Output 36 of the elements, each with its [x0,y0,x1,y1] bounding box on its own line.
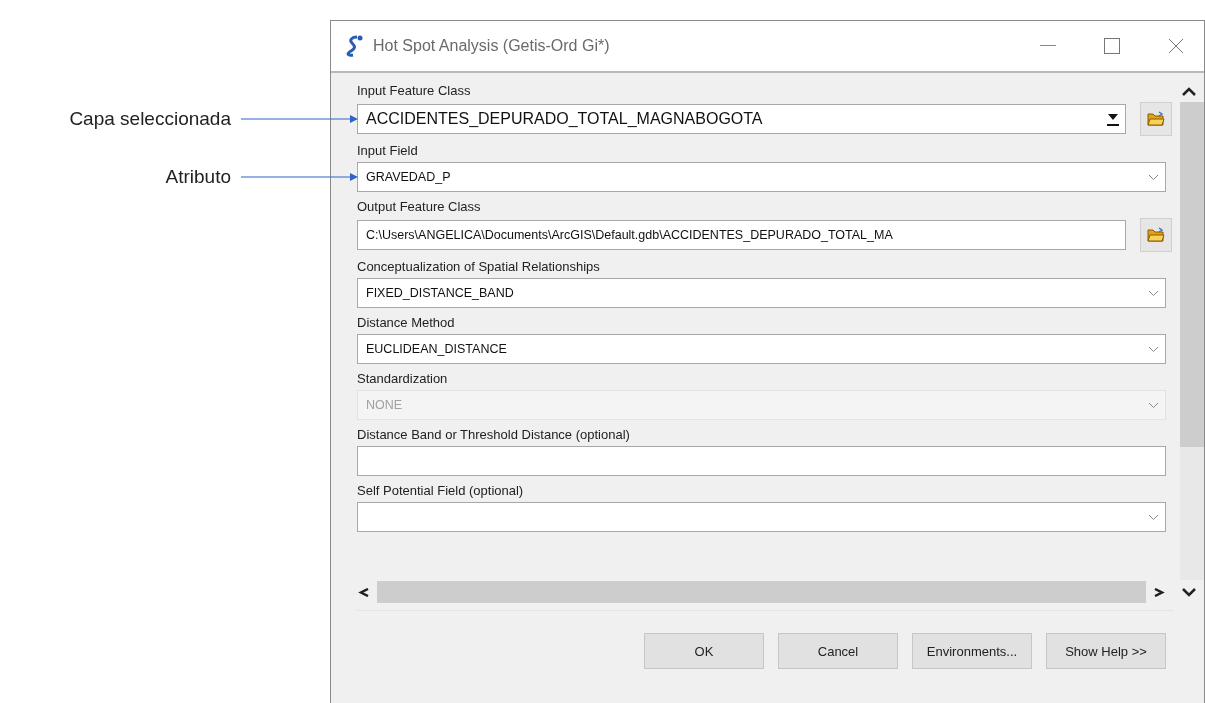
callout-label: Atributo [165,166,231,188]
close-icon[interactable] [1168,38,1184,54]
dialog-button[interactable]: Show Help >> [1046,633,1166,669]
field-label: Input Feature Class [357,83,472,98]
folder-icon [1147,227,1165,243]
dropdown-field[interactable] [357,502,1166,532]
folder-icon [1147,111,1165,127]
field-label: Self Potential Field (optional) [357,483,525,498]
minimize-icon[interactable] [1040,45,1056,47]
dropdown-arrow-icon[interactable] [1107,112,1119,126]
field-label: Output Feature Class [357,199,482,214]
scroll-up-icon[interactable] [1182,87,1196,96]
field-label: Conceptualization of Spatial Relationships [357,259,601,274]
field-label: Distance Method [357,315,456,330]
input-field[interactable] [357,446,1166,476]
dropdown-field[interactable]: ACCIDENTES_DEPURADO_TOTAL_MAGNABOGOTA [357,104,1126,134]
dropdown-field[interactable]: FIXED_DISTANCE_BAND [357,278,1166,308]
input-field[interactable]: C:\Users\ANGELICA\Documents\ArcGIS\Default.gdb\ACCIDENTES_DEPURADO_TOTAL_MA [357,220,1126,250]
dialog-button[interactable]: Environments... [912,633,1032,669]
field-label: Input Field [357,143,419,158]
scroll-down-icon[interactable] [1182,588,1196,597]
dialog-button[interactable]: Cancel [778,633,898,669]
scroll-right-icon[interactable] [1152,587,1166,597]
window-title: Hot Spot Analysis (Getis-Ord Gi*) [373,37,611,55]
callout-label: Capa seleccionada [69,108,231,130]
dialog-button[interactable]: OK [644,633,764,669]
browse-button[interactable] [1140,218,1172,252]
browse-button[interactable] [1140,102,1172,136]
maximize-icon[interactable] [1104,38,1120,54]
field-label: Standardization [357,371,449,386]
dropdown-field[interactable]: EUCLIDEAN_DISTANCE [357,334,1166,364]
scroll-left-icon[interactable] [357,587,371,597]
field-label: Distance Band or Threshold Distance (optional) [357,427,631,442]
tool-icon [345,35,365,57]
dropdown-field[interactable]: GRAVEDAD_P [357,162,1166,192]
horizontal-scrollbar[interactable] [357,580,1166,604]
